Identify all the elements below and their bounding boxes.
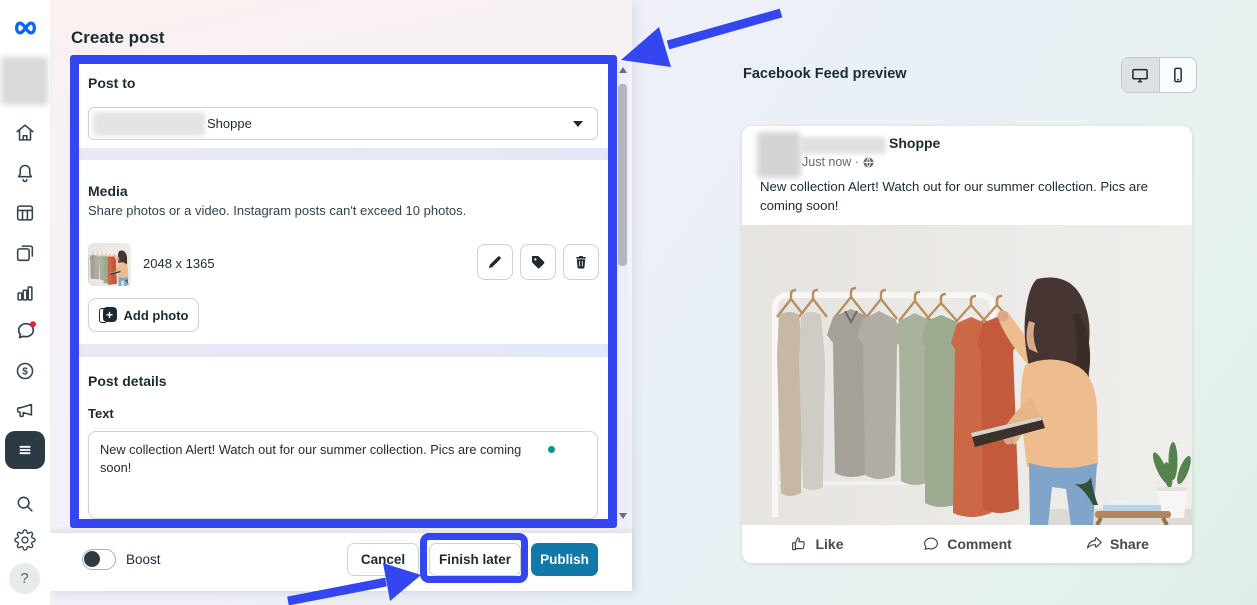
text-status-dot xyxy=(548,446,555,453)
tag-media-button[interactable] xyxy=(520,244,556,280)
like-button[interactable]: Like xyxy=(742,525,892,563)
create-post-panel: Create post Post to Shoppe Media Share p… xyxy=(50,0,632,591)
boost-toggle[interactable] xyxy=(82,549,116,570)
home-icon xyxy=(14,122,36,144)
media-title: Media xyxy=(88,183,128,199)
megaphone-icon xyxy=(14,399,36,421)
comment-label: Comment xyxy=(947,536,1012,552)
post-text-input[interactable]: New collection Alert! Watch out for our … xyxy=(88,431,598,519)
pencil-icon xyxy=(487,254,503,270)
facebook-post-preview-card: Shoppe Just now · New collection Alert! … xyxy=(742,126,1192,563)
like-label: Like xyxy=(815,536,843,552)
preview-title: Facebook Feed preview xyxy=(743,66,907,82)
bell-icon xyxy=(14,162,36,184)
bar-chart-icon xyxy=(14,282,36,304)
chat-bubble-icon xyxy=(14,319,38,343)
sidebar-item-notifications[interactable] xyxy=(14,162,36,184)
page-name-redacted xyxy=(800,137,886,154)
delete-media-button[interactable] xyxy=(563,244,599,280)
sidebar-item-all-tools[interactable] xyxy=(5,431,45,469)
toggle-knob xyxy=(84,551,100,567)
sidebar-item-search[interactable] xyxy=(14,493,36,515)
sidebar-item-inbox[interactable] xyxy=(14,319,36,341)
dollar-circle-icon: $ xyxy=(14,360,36,382)
image-dimensions: 2048 x 1365 xyxy=(143,256,215,271)
thumbs-up-icon xyxy=(790,535,808,553)
post-to-dropdown[interactable]: Shoppe xyxy=(88,107,598,140)
search-icon xyxy=(14,493,36,515)
selected-page-label: Shoppe xyxy=(207,116,252,131)
sidebar-item-help[interactable]: ? xyxy=(9,563,40,594)
text-label: Text xyxy=(88,406,114,421)
scrollbar-thumb[interactable] xyxy=(618,84,627,266)
comment-button[interactable]: Comment xyxy=(892,525,1042,563)
share-label: Share xyxy=(1110,536,1149,552)
sidebar-item-planner[interactable] xyxy=(14,202,36,224)
business-avatar[interactable] xyxy=(1,57,48,105)
preview-post-image xyxy=(742,225,1192,525)
add-photo-icon: + xyxy=(99,307,117,323)
hamburger-menu-icon xyxy=(15,440,35,460)
media-thumbnail[interactable] xyxy=(88,243,131,286)
gear-icon xyxy=(14,529,36,551)
mobile-icon xyxy=(1168,65,1188,85)
clothes-rack-photo xyxy=(742,225,1192,525)
preview-page-name: Shoppe xyxy=(889,135,940,151)
meta-business-suite-create-post: $ ? Create post xyxy=(0,0,1257,605)
preview-device-toggle xyxy=(1121,57,1197,93)
cancel-button[interactable]: Cancel xyxy=(347,543,419,576)
planner-icon xyxy=(14,202,36,224)
sidebar: $ ? xyxy=(0,0,50,605)
add-photo-button[interactable]: + Add photo xyxy=(88,298,199,332)
uploaded-photo-thumbnail xyxy=(88,243,131,286)
notification-dot xyxy=(30,321,36,327)
tag-icon xyxy=(530,254,546,270)
add-photo-label: Add photo xyxy=(124,308,189,323)
post-details-title: Post details xyxy=(88,373,167,389)
svg-text:$: $ xyxy=(22,367,28,378)
comment-icon xyxy=(922,535,940,553)
trash-icon xyxy=(573,254,589,270)
edit-media-button[interactable] xyxy=(477,244,513,280)
section-divider xyxy=(79,148,608,160)
scroll-down-arrow-icon[interactable] xyxy=(619,513,627,519)
sidebar-item-settings[interactable] xyxy=(14,529,36,551)
desktop-icon xyxy=(1130,65,1150,85)
question-mark-icon: ? xyxy=(20,570,28,587)
publish-button[interactable]: Publish xyxy=(531,543,598,576)
share-button[interactable]: Share xyxy=(1042,525,1192,563)
sidebar-item-home[interactable] xyxy=(14,122,36,144)
share-icon xyxy=(1085,535,1103,553)
meta-logo[interactable] xyxy=(11,15,40,41)
chevron-down-icon xyxy=(573,121,583,127)
form-scrollbar[interactable] xyxy=(617,62,628,524)
globe-icon xyxy=(863,157,874,168)
preview-post-text: New collection Alert! Watch out for our … xyxy=(760,178,1170,215)
post-text-value: New collection Alert! Watch out for our … xyxy=(100,441,530,477)
content-icon xyxy=(14,242,36,264)
post-form: Post to Shoppe Media Share photos or a v… xyxy=(79,64,608,519)
scroll-up-arrow-icon[interactable] xyxy=(619,67,627,73)
page-title: Create post xyxy=(71,28,165,48)
page-name-redacted xyxy=(93,112,205,136)
post-to-label: Post to xyxy=(88,75,135,91)
preview-action-bar: Like Comment Share xyxy=(742,525,1192,563)
meta-infinity-icon xyxy=(11,15,40,41)
desktop-preview-button[interactable] xyxy=(1122,58,1159,92)
media-description: Share photos or a video. Instagram posts… xyxy=(88,203,466,218)
boost-label: Boost xyxy=(126,552,161,567)
sidebar-item-ads[interactable] xyxy=(14,399,36,421)
post-timestamp: Just now · xyxy=(802,155,874,169)
mobile-preview-button[interactable] xyxy=(1159,58,1197,92)
annotation-arrow-top xyxy=(621,13,781,67)
finish-later-button[interactable]: Finish later xyxy=(429,543,521,576)
form-footer: Boost Cancel Finish later Publish xyxy=(50,533,632,591)
section-divider xyxy=(79,344,608,357)
page-avatar-redacted xyxy=(757,132,801,178)
sidebar-item-monetization[interactable]: $ xyxy=(14,360,36,382)
sidebar-item-insights[interactable] xyxy=(14,282,36,304)
sidebar-item-content[interactable] xyxy=(14,242,36,264)
